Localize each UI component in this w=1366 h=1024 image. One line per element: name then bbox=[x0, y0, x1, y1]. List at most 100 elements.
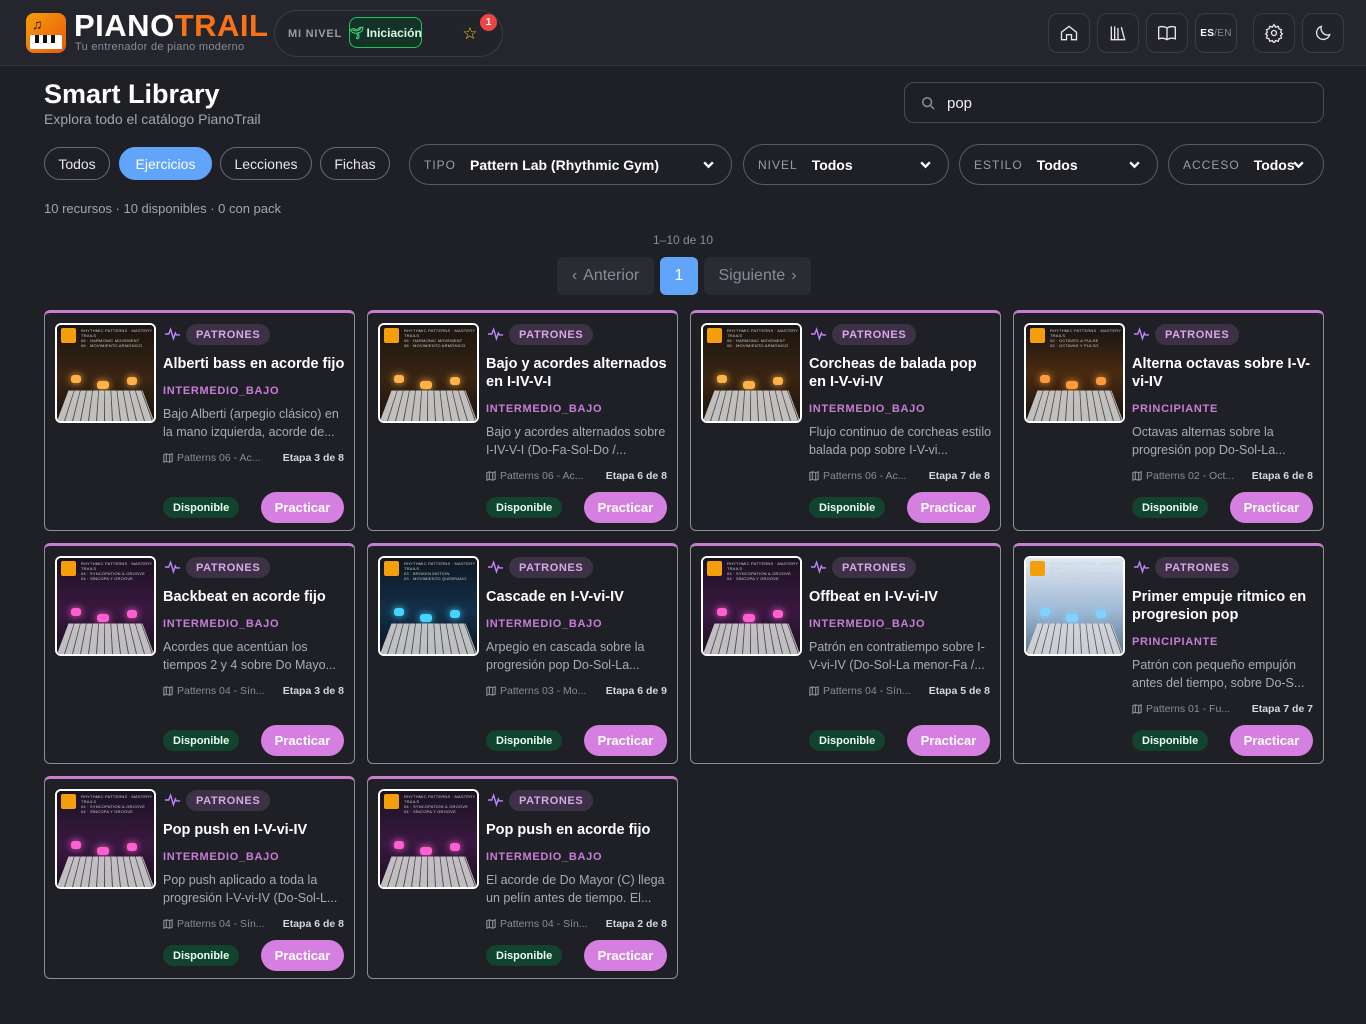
category-tag: PATRONES bbox=[1155, 557, 1240, 578]
nivel-select[interactable]: NIVEL Todos bbox=[743, 144, 949, 185]
prev-page-button[interactable]: ‹ Anterior bbox=[557, 257, 654, 295]
pianotrail-mini-logo bbox=[384, 794, 399, 809]
card-title[interactable]: Alterna octavas sobre I-V-vi-IV bbox=[1132, 355, 1318, 391]
practice-button[interactable]: Practicar bbox=[584, 492, 667, 523]
card-thumbnail[interactable]: RHYTHMIC PATTERNS · MASTERY TRAILS 03 · B… bbox=[378, 556, 479, 656]
card-pack: Patterns 04 - Sín... bbox=[809, 685, 919, 697]
glow-key bbox=[394, 375, 404, 383]
card-pack-text: Patterns 04 - Sín... bbox=[177, 685, 265, 697]
chip-lecciones[interactable]: Lecciones bbox=[220, 147, 312, 180]
search-box[interactable] bbox=[904, 82, 1324, 123]
card-thumbnail[interactable]: RHYTHMIC PATTERNS · MASTERY TRAILS 04 · S… bbox=[378, 789, 479, 889]
resource-card[interactable]: RHYTHMIC PATTERNS · MASTERY TRAILS 06 · H… bbox=[44, 310, 355, 531]
card-title[interactable]: Pop push en I-V-vi-IV bbox=[163, 821, 349, 839]
resource-card[interactable]: RHYTHMIC PATTERNS · MASTERY TRAILS 03 · B… bbox=[367, 543, 678, 764]
practice-button[interactable]: Practicar bbox=[584, 725, 667, 756]
resource-card[interactable]: RHYTHMIC PATTERNS · MASTERY TRAILS 04 · S… bbox=[690, 543, 1001, 764]
card-title[interactable]: Backbeat en acorde fijo bbox=[163, 588, 349, 606]
card-level: INTERMEDIO_BAJO bbox=[809, 618, 926, 630]
card-description-text: Patrón en contratiempo sobre I-V-vi-IV (… bbox=[809, 640, 985, 672]
resource-card[interactable]: RHYTHMIC PATTERNS · MASTERY TRAILS 02 · O… bbox=[1013, 310, 1324, 531]
glow-key bbox=[717, 375, 727, 383]
library-button[interactable] bbox=[1097, 13, 1139, 53]
theme-toggle-button[interactable] bbox=[1302, 13, 1344, 53]
acceso-select[interactable]: ACCESO Todos bbox=[1168, 144, 1324, 185]
resource-card[interactable]: RHYTHMIC PATTERNS · MASTERY TRAILS 01 · D… bbox=[1013, 543, 1324, 764]
home-button[interactable] bbox=[1048, 13, 1090, 53]
piano-keys-art bbox=[703, 390, 800, 421]
card-thumbnail[interactable]: RHYTHMIC PATTERNS · MASTERY TRAILS 04 · S… bbox=[55, 789, 156, 889]
brand-trail: TRAIL bbox=[174, 8, 269, 43]
resource-card[interactable]: RHYTHMIC PATTERNS · MASTERY TRAILS 04 · S… bbox=[367, 776, 678, 979]
card-title[interactable]: Primer empuje ritmico en progresion pop bbox=[1132, 588, 1318, 624]
pulse-icon bbox=[487, 793, 504, 808]
resource-card[interactable]: RHYTHMIC PATTERNS · MASTERY TRAILS 04 · S… bbox=[44, 776, 355, 979]
card-title[interactable]: Alberti bass en acorde fijo bbox=[163, 355, 349, 373]
card-level: PRINCIPIANTE bbox=[1132, 403, 1219, 415]
card-title[interactable]: Offbeat en I-V-vi-IV bbox=[809, 588, 995, 606]
card-title[interactable]: Bajo y acordes alternados en I-IV-V-I bbox=[486, 355, 672, 391]
piano-keys-art bbox=[57, 390, 154, 421]
thumb-series: RHYTHMIC PATTERNS · MASTERY TRAILS bbox=[404, 328, 476, 338]
next-page-button[interactable]: Siguiente › bbox=[704, 257, 811, 295]
book-button[interactable] bbox=[1146, 13, 1188, 53]
language-toggle[interactable]: ES / EN bbox=[1195, 13, 1237, 53]
search-input[interactable] bbox=[947, 92, 1307, 114]
card-thumbnail[interactable]: RHYTHMIC PATTERNS · MASTERY TRAILS 06 · H… bbox=[378, 323, 479, 423]
chip-ejercicios[interactable]: Ejercicios bbox=[119, 147, 212, 180]
card-thumbnail[interactable]: RHYTHMIC PATTERNS · MASTERY TRAILS 06 · H… bbox=[55, 323, 156, 423]
card-thumbnail[interactable]: RHYTHMIC PATTERNS · MASTERY TRAILS 01 · D… bbox=[1024, 556, 1125, 656]
resource-card[interactable]: RHYTHMIC PATTERNS · MASTERY TRAILS 06 · H… bbox=[367, 310, 678, 531]
card-thumbnail[interactable]: RHYTHMIC PATTERNS · MASTERY TRAILS 02 · O… bbox=[1024, 323, 1125, 423]
lang-es: ES bbox=[1200, 27, 1215, 39]
level-button[interactable]: 🌱︎ Iniciación bbox=[349, 17, 422, 48]
card-thumbnail[interactable]: RHYTHMIC PATTERNS · MASTERY TRAILS 06 · H… bbox=[701, 323, 802, 423]
practice-button[interactable]: Practicar bbox=[907, 725, 990, 756]
practice-button[interactable]: Practicar bbox=[261, 725, 344, 756]
glow-key bbox=[71, 375, 81, 383]
practice-button[interactable]: Practicar bbox=[1230, 725, 1313, 756]
card-pack: Patterns 03 - Mo... bbox=[486, 685, 596, 697]
card-title[interactable]: Pop push en acorde fijo bbox=[486, 821, 672, 839]
card-description: Octavas alternas sobre la progresión pop… bbox=[1132, 423, 1316, 459]
card-title[interactable]: Corcheas de balada pop en I-V-vi-IV bbox=[809, 355, 995, 391]
map-icon bbox=[163, 919, 173, 929]
thumb-line2: 06 · MOVIMIENTO ARMÓNICO bbox=[404, 343, 466, 348]
thumbnail-caption: RHYTHMIC PATTERNS · MASTERY TRAILS 02 · O… bbox=[1050, 328, 1123, 348]
brand-wordmark[interactable]: PIANOTRAIL bbox=[74, 10, 268, 42]
search-icon bbox=[921, 96, 935, 110]
card-description-text: El acorde de Do Mayor (C) llega un pelín… bbox=[486, 873, 665, 905]
thumb-series: RHYTHMIC PATTERNS · MASTERY TRAILS bbox=[1050, 328, 1122, 338]
practice-button[interactable]: Practicar bbox=[584, 940, 667, 971]
card-title[interactable]: Cascade en I-V-vi-IV bbox=[486, 588, 672, 606]
pianotrail-logo[interactable]: ♫ bbox=[26, 13, 66, 53]
card-stage: Etapa 6 de 8 bbox=[1251, 470, 1313, 482]
resource-card[interactable]: RHYTHMIC PATTERNS · MASTERY TRAILS 04 · S… bbox=[44, 543, 355, 764]
sprout-icon: 🌱︎ bbox=[349, 25, 365, 40]
chip-fichas[interactable]: Fichas bbox=[320, 147, 390, 180]
practice-button[interactable]: Practicar bbox=[261, 940, 344, 971]
practice-button[interactable]: Practicar bbox=[261, 492, 344, 523]
map-icon bbox=[809, 686, 819, 696]
resource-card[interactable]: RHYTHMIC PATTERNS · MASTERY TRAILS 06 · H… bbox=[690, 310, 1001, 531]
chip-todos[interactable]: Todos bbox=[44, 147, 110, 180]
estilo-select[interactable]: ESTILO Todos bbox=[959, 144, 1158, 185]
chevron-right-icon: › bbox=[791, 267, 797, 284]
page-1-button[interactable]: 1 bbox=[660, 257, 698, 295]
card-stage: Etapa 6 de 9 bbox=[605, 685, 667, 697]
pianotrail-mini-logo bbox=[1030, 561, 1045, 576]
category-tag: PATRONES bbox=[832, 324, 917, 345]
availability-badge: Disponible bbox=[163, 730, 240, 751]
card-thumbnail[interactable]: RHYTHMIC PATTERNS · MASTERY TRAILS 04 · S… bbox=[55, 556, 156, 656]
practice-button[interactable]: Practicar bbox=[1230, 492, 1313, 523]
tipo-select[interactable]: TIPO Pattern Lab (Rhythmic Gym) bbox=[409, 144, 732, 185]
card-description-text: Bajo Alberti (arpegio clásico) en la man… bbox=[163, 407, 339, 439]
settings-button[interactable] bbox=[1253, 13, 1295, 53]
card-description-text: Bajo y acordes alternados sobre I-IV-V-I… bbox=[486, 425, 666, 457]
piano-keys-art bbox=[1026, 623, 1123, 654]
card-thumbnail[interactable]: RHYTHMIC PATTERNS · MASTERY TRAILS 04 · S… bbox=[701, 556, 802, 656]
card-stage: Etapa 7 de 7 bbox=[1251, 703, 1313, 715]
brand-tagline: Tu entrenador de piano moderno bbox=[75, 41, 245, 53]
card-pack: Patterns 04 - Sín... bbox=[486, 918, 596, 930]
practice-button[interactable]: Practicar bbox=[907, 492, 990, 523]
